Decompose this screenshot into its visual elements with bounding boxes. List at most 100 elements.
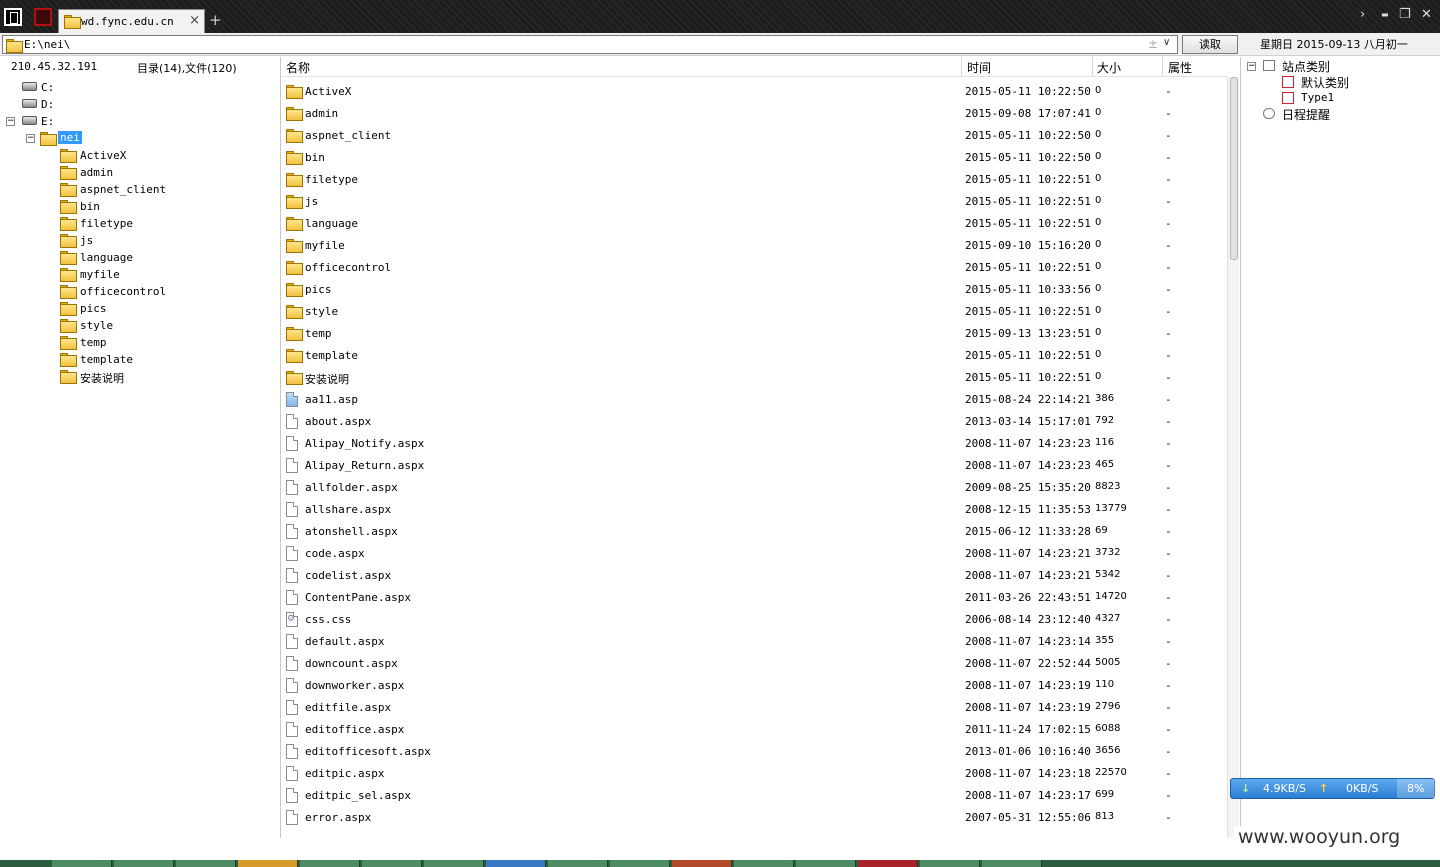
file-row[interactable]: bin 2015-05-11 10:22:50 0 - xyxy=(282,146,1227,168)
file-row[interactable]: aspnet_client 2015-05-11 10:22:50 0 - xyxy=(282,124,1227,146)
file-row[interactable]: allfolder.aspx 2009-08-25 15:35:20 8823 - xyxy=(282,476,1227,498)
taskbar-item[interactable] xyxy=(238,860,298,867)
taskbar-item[interactable] xyxy=(920,860,980,867)
default-category-item[interactable]: 默认类别 xyxy=(1301,74,1349,91)
add-bookmark-icon[interactable]: ± xyxy=(1148,37,1158,51)
file-row[interactable]: editoffice.aspx 2011-11-24 17:02:15 6088 - xyxy=(282,718,1227,740)
tree-folder-item[interactable]: bin xyxy=(58,198,258,215)
file-row[interactable]: ContentPane.aspx 2011-03-26 22:43:51 14720… xyxy=(282,586,1227,608)
file-row[interactable]: Alipay_Notify.aspx 2008-11-07 14:23:23 116… xyxy=(282,432,1227,454)
tree-folder-item[interactable]: myfile xyxy=(58,266,258,283)
file-row[interactable]: language 2015-05-11 10:22:51 0 - xyxy=(282,212,1227,234)
taskbar-item[interactable] xyxy=(300,860,360,867)
file-row[interactable]: officecontrol 2015-05-11 10:22:51 0 - xyxy=(282,256,1227,278)
file-row[interactable]: downcount.aspx 2008-11-07 22:52:44 5005 - xyxy=(282,652,1227,674)
tree-folder-nei[interactable]: − nei xyxy=(24,130,224,147)
taskbar-item[interactable] xyxy=(796,860,856,867)
tree-folder-item[interactable]: filetype xyxy=(58,215,258,232)
taskbar-item[interactable] xyxy=(548,860,608,867)
taskbar-item[interactable] xyxy=(52,860,112,867)
column-attr[interactable]: 属性 xyxy=(1168,59,1192,76)
file-time: 2008-11-07 22:52:44 xyxy=(965,657,1091,670)
app-menu-icon[interactable] xyxy=(4,8,22,26)
file-row[interactable]: myfile 2015-09-10 15:16:20 0 - xyxy=(282,234,1227,256)
collapse-icon[interactable]: − xyxy=(1247,62,1256,71)
app-logo-icon[interactable] xyxy=(34,8,52,26)
taskbar-item[interactable] xyxy=(362,860,422,867)
tree-drive-e[interactable]: − E: xyxy=(4,113,204,130)
restore-button[interactable]: ❐ xyxy=(1399,7,1411,22)
read-button[interactable]: 读取 xyxy=(1182,35,1238,54)
column-divider[interactable] xyxy=(961,57,962,77)
new-tab-button[interactable]: + xyxy=(209,11,222,29)
file-row[interactable]: style 2015-05-11 10:22:51 0 - xyxy=(282,300,1227,322)
file-row[interactable]: js 2015-05-11 10:22:51 0 - xyxy=(282,190,1227,212)
type1-category-item[interactable]: Type1 xyxy=(1301,91,1334,104)
file-row[interactable]: editfile.aspx 2008-11-07 14:23:19 2796 - xyxy=(282,696,1227,718)
tree-folder-item[interactable]: template xyxy=(58,351,258,368)
tree-folder-item[interactable]: aspnet_client xyxy=(58,181,258,198)
scrollbar-thumb[interactable] xyxy=(1230,77,1238,260)
file-row[interactable]: filetype 2015-05-11 10:22:51 0 - xyxy=(282,168,1227,190)
taskbar-item[interactable] xyxy=(114,860,174,867)
taskbar-item[interactable] xyxy=(672,860,732,867)
collapse-icon[interactable]: − xyxy=(6,117,15,126)
tab-site[interactable]: wd.fync.edu.cn × xyxy=(58,9,205,33)
tree-drive-d[interactable]: D: xyxy=(20,96,220,113)
chevron-down-icon[interactable]: ∨ xyxy=(1163,37,1170,48)
column-time[interactable]: 时间 xyxy=(967,59,991,76)
taskbar-item[interactable] xyxy=(424,860,484,867)
taskbar-item[interactable] xyxy=(734,860,794,867)
tree-drive-c[interactable]: C: xyxy=(20,79,220,96)
tree-folder-item[interactable]: ActiveX xyxy=(58,147,258,164)
tree-folder-item[interactable]: language xyxy=(58,249,258,266)
taskbar-item[interactable] xyxy=(486,860,546,867)
file-row[interactable]: downworker.aspx 2008-11-07 14:23:19 110 - xyxy=(282,674,1227,696)
file-row[interactable]: about.aspx 2013-03-14 15:17:01 792 - xyxy=(282,410,1227,432)
file-name: css.css xyxy=(305,613,352,626)
tree-folder-item[interactable]: officecontrol xyxy=(58,283,258,300)
taskbar-item[interactable] xyxy=(982,860,1042,867)
file-row[interactable]: 安装说明 2015-05-11 10:22:51 0 - xyxy=(282,366,1227,388)
taskbar-item[interactable] xyxy=(858,860,918,867)
tree-folder-item[interactable]: admin xyxy=(58,164,258,181)
taskbar-item[interactable] xyxy=(610,860,670,867)
file-row[interactable]: Alipay_Return.aspx 2008-11-07 14:23:23 465… xyxy=(282,454,1227,476)
file-row[interactable]: default.aspx 2008-11-07 14:23:14 355 - xyxy=(282,630,1227,652)
file-row[interactable]: css.css 2006-08-14 23:12:40 4327 - xyxy=(282,608,1227,630)
tab-close-icon[interactable]: × xyxy=(189,13,200,28)
tree-folder-item[interactable]: 安装说明 xyxy=(58,368,258,385)
file-row[interactable]: admin 2015-09-08 17:07:41 0 - xyxy=(282,102,1227,124)
file-row[interactable]: codelist.aspx 2008-11-07 14:23:21 5342 - xyxy=(282,564,1227,586)
taskbar-item[interactable] xyxy=(176,860,236,867)
file-row[interactable]: editpic.aspx 2008-11-07 14:23:18 22570 - xyxy=(282,762,1227,784)
chevron-right-icon[interactable]: › xyxy=(1360,7,1365,22)
file-row[interactable]: pics 2015-05-11 10:33:56 0 - xyxy=(282,278,1227,300)
tree-folder-item[interactable]: js xyxy=(58,232,258,249)
column-size[interactable]: 大小 xyxy=(1097,59,1121,76)
file-row[interactable]: editofficesoft.aspx 2013-01-06 10:16:40 36… xyxy=(282,740,1227,762)
minimize-button[interactable]: ▬ xyxy=(1381,10,1389,19)
file-row[interactable]: error.aspx 2007-05-31 12:55:06 813 - xyxy=(282,806,1227,828)
path-input[interactable]: E:\nei\ ± ∨ xyxy=(2,35,1178,54)
file-row[interactable]: code.aspx 2008-11-07 14:23:21 3732 - xyxy=(282,542,1227,564)
file-row[interactable]: atonshell.aspx 2015-06-12 11:33:28 69 - xyxy=(282,520,1227,542)
tree-folder-label: officecontrol xyxy=(80,285,167,298)
file-row[interactable]: aa11.asp 2015-08-24 22:14:21 386 - xyxy=(282,388,1227,410)
tree-folder-item[interactable]: style xyxy=(58,317,258,334)
file-row[interactable]: ActiveX 2015-05-11 10:22:50 0 - xyxy=(282,80,1227,102)
tree-folder-item[interactable]: temp xyxy=(58,334,258,351)
file-row[interactable]: template 2015-05-11 10:22:51 0 - xyxy=(282,344,1227,366)
column-divider[interactable] xyxy=(1092,57,1093,77)
vertical-scrollbar[interactable] xyxy=(1227,77,1239,838)
close-button[interactable]: ✕ xyxy=(1421,7,1432,22)
file-row[interactable]: editpic_sel.aspx 2008-11-07 14:23:17 699 - xyxy=(282,784,1227,806)
file-row[interactable]: temp 2015-09-13 13:23:51 0 - xyxy=(282,322,1227,344)
column-divider[interactable] xyxy=(1162,57,1163,77)
site-category-label[interactable]: 站点类别 xyxy=(1282,58,1330,75)
schedule-reminder-item[interactable]: 日程提醒 xyxy=(1282,106,1330,123)
tree-folder-item[interactable]: pics xyxy=(58,300,258,317)
file-row[interactable]: allshare.aspx 2008-12-15 11:35:53 13779 - xyxy=(282,498,1227,520)
collapse-icon[interactable]: − xyxy=(26,134,35,143)
column-name[interactable]: 名称 xyxy=(286,59,310,76)
